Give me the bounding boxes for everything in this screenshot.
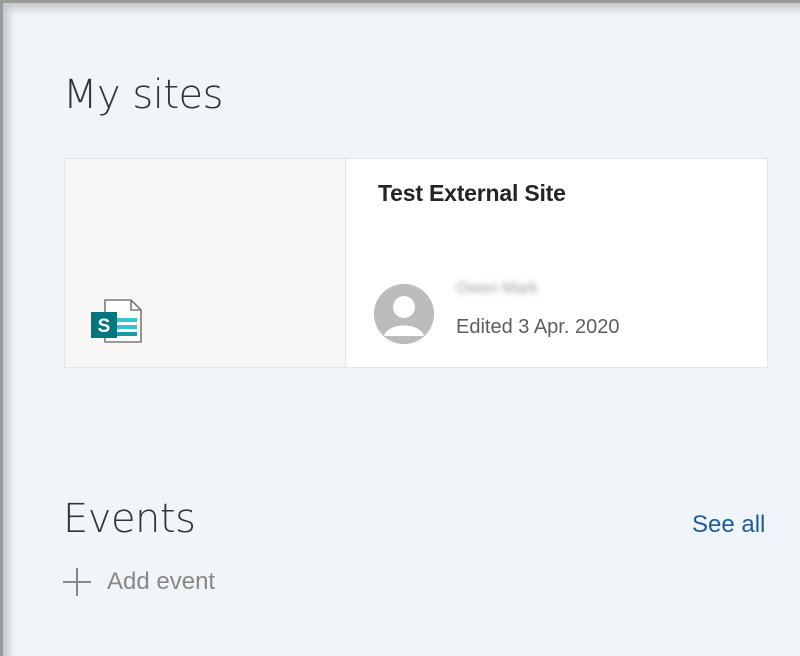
- avatar: [374, 284, 434, 344]
- see-all-link[interactable]: See all: [692, 511, 765, 539]
- sharepoint-site-icon: S: [91, 299, 142, 343]
- site-card[interactable]: S Test External Site Owen Mark Edited 3 …: [64, 158, 768, 368]
- my-sites-heading: My sites: [63, 72, 223, 118]
- person-icon: [374, 284, 434, 344]
- add-event-label: Add event: [107, 568, 216, 595]
- page-frame: My sites S Test External Site Owen Mark …: [0, 0, 800, 656]
- site-card-body: Test External Site Owen Mark Edited 3 Ap…: [346, 159, 767, 367]
- plus-icon: [63, 568, 91, 596]
- site-author-name: Owen Mark: [456, 280, 538, 297]
- site-edited-date: Edited 3 Apr. 2020: [456, 316, 620, 338]
- events-heading: Events: [63, 496, 196, 542]
- site-card-thumbnail: S: [65, 159, 346, 367]
- svg-text:S: S: [98, 316, 111, 337]
- add-event-button[interactable]: Add event: [63, 568, 215, 596]
- site-name[interactable]: Test External Site: [378, 180, 566, 207]
